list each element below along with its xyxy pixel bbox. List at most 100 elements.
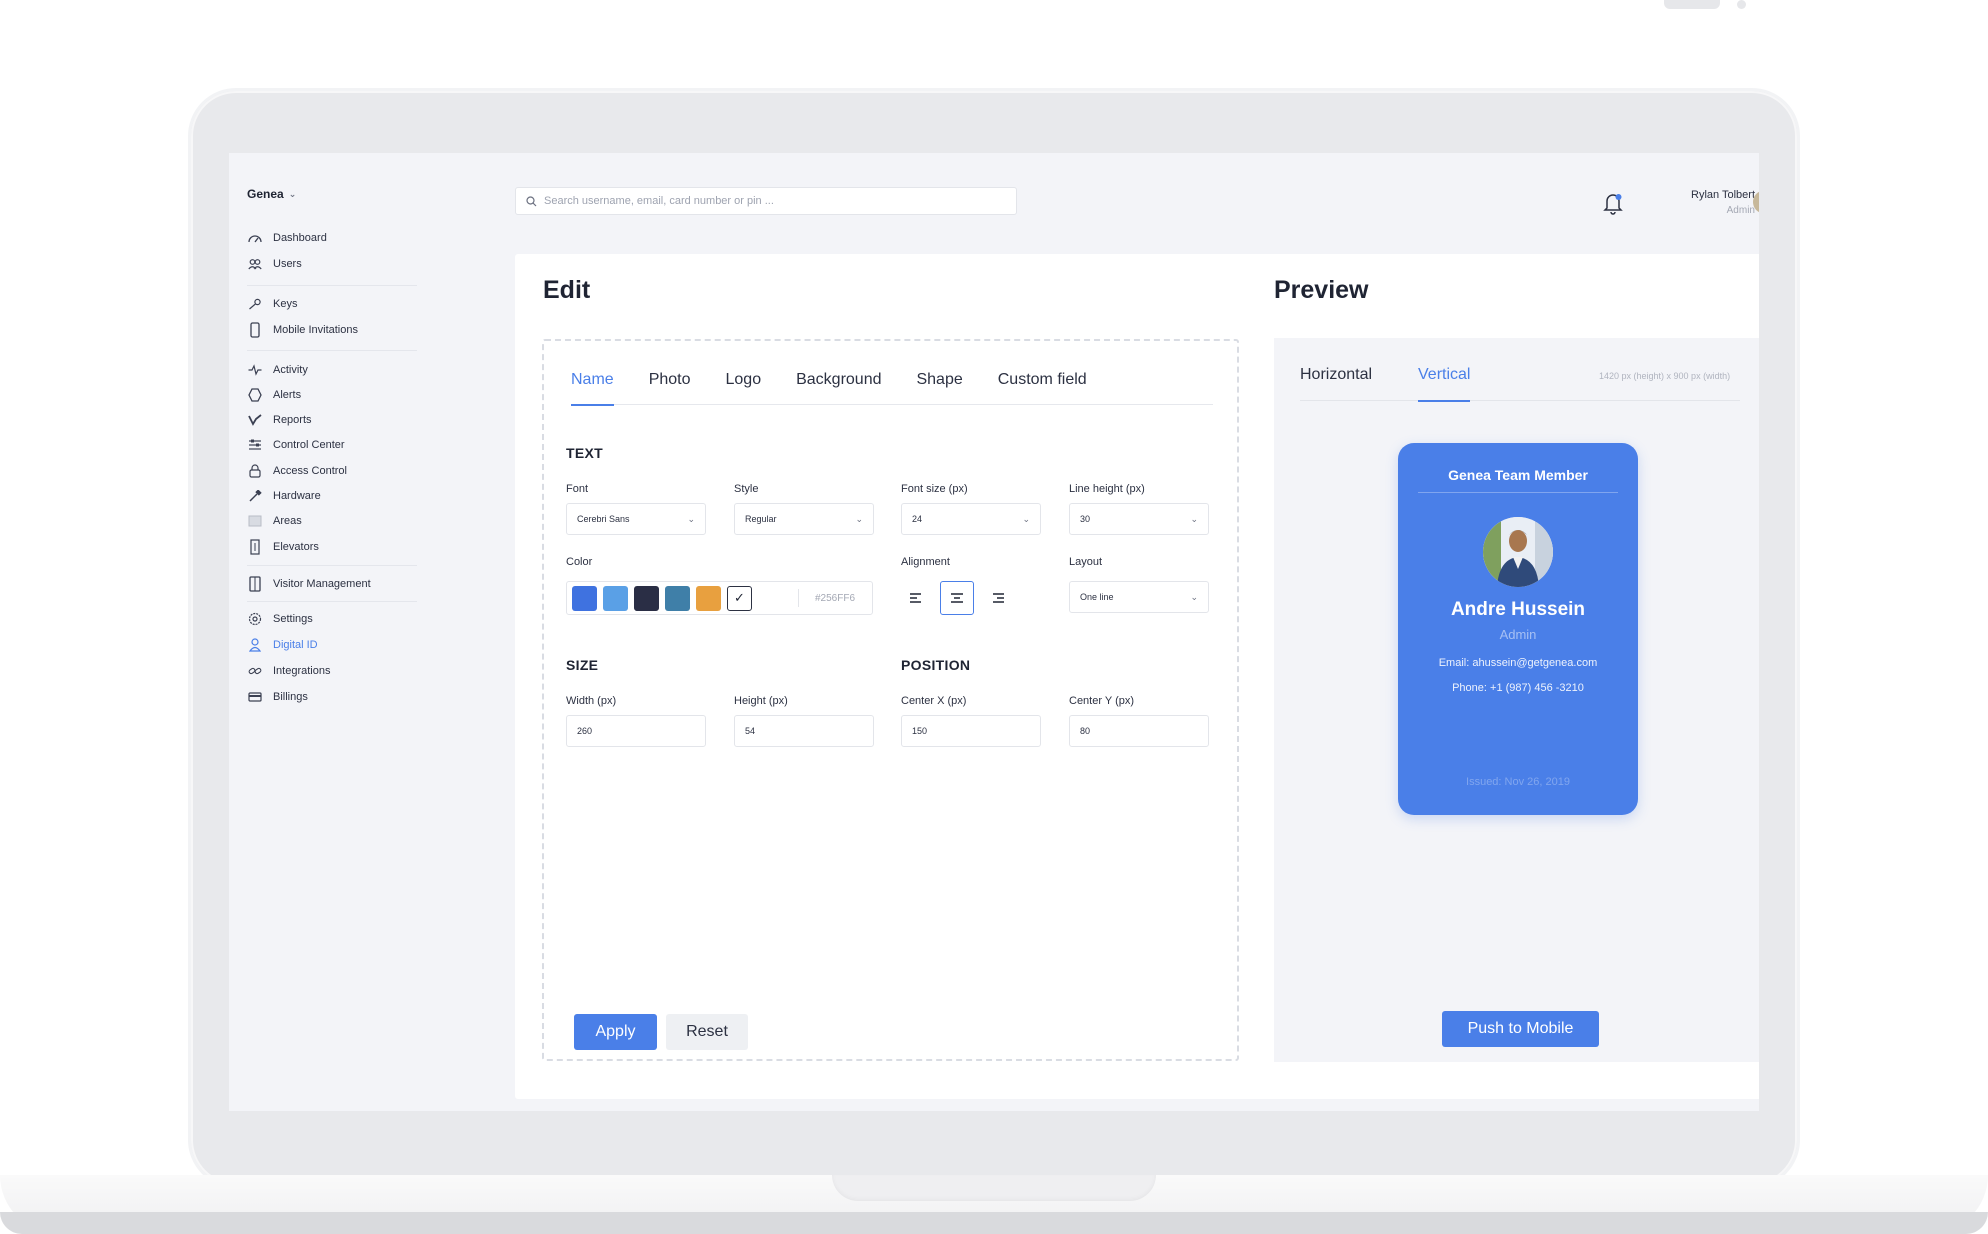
sidebar-item-label: Keys (273, 298, 297, 310)
center-y-input[interactable] (1069, 715, 1209, 747)
sidebar-item-integrations[interactable]: Integrations (247, 662, 330, 680)
chevron-down-icon: ⌄ (1190, 592, 1198, 603)
sidebar-item-elevators[interactable]: Elevators (247, 538, 319, 556)
bell-icon[interactable] (1602, 191, 1624, 215)
line-height-select[interactable]: 30⌄ (1069, 503, 1209, 535)
tab-photo[interactable]: Photo (649, 371, 691, 405)
laptop-base-shadow (0, 1212, 1988, 1234)
sidebar-item-settings[interactable]: Settings (247, 610, 313, 628)
color-hex-value[interactable]: #256FF6 (815, 593, 855, 604)
line-height-label: Line height (px) (1069, 483, 1145, 495)
sidebar-item-hardware[interactable]: Hardware (247, 487, 321, 505)
align-left-button[interactable] (900, 581, 934, 615)
width-input[interactable] (566, 715, 706, 747)
decorative-bar (1664, 0, 1720, 9)
line-height-value: 30 (1080, 514, 1090, 524)
tab-shape[interactable]: Shape (916, 371, 962, 405)
sidebar-item-reports[interactable]: Reports (247, 411, 312, 429)
chevron-down-icon: ⌄ (1022, 514, 1030, 525)
tab-horizontal[interactable]: Horizontal (1300, 366, 1372, 401)
sidebar-item-label: Digital ID (273, 639, 318, 651)
edit-panel: Name Photo Logo Background Shape Custom … (542, 339, 1239, 1061)
digital-id-card: Genea Team Member Andre Hu (1398, 443, 1638, 815)
sidebar-item-label: Billings (273, 691, 308, 703)
search-bar[interactable] (515, 187, 1017, 215)
visitor-icon (247, 576, 263, 592)
card-email: Email: ahussein@getgenea.com (1398, 657, 1638, 669)
height-input[interactable] (734, 715, 874, 747)
card-divider (1418, 492, 1618, 493)
tab-logo[interactable]: Logo (726, 371, 762, 405)
search-input[interactable] (544, 195, 984, 207)
sidebar-item-dashboard[interactable]: Dashboard (247, 229, 327, 247)
font-label: Font (566, 483, 588, 495)
sidebar-item-users[interactable]: Users (247, 255, 302, 273)
user-name[interactable]: Rylan Tolbert (1665, 189, 1755, 201)
sidebar-divider (247, 350, 417, 351)
tab-custom-field[interactable]: Custom field (998, 371, 1087, 405)
orientation-tabs: Horizontal Vertical 1420 px (height) x 9… (1300, 366, 1740, 401)
align-center-button[interactable] (940, 581, 974, 615)
color-swatch[interactable] (572, 586, 597, 611)
font-size-value: 24 (912, 514, 922, 524)
font-select[interactable]: Cerebri Sans⌄ (566, 503, 706, 535)
sidebar-item-label: Alerts (273, 389, 301, 401)
mobile-icon (247, 322, 263, 338)
color-swatch[interactable] (603, 586, 628, 611)
color-swatch[interactable] (634, 586, 659, 611)
center-x-input[interactable] (901, 715, 1041, 747)
push-to-mobile-button[interactable]: Push to Mobile (1442, 1011, 1599, 1047)
activity-icon (247, 362, 263, 378)
color-picker: ✓ #256FF6 (566, 581, 873, 615)
sidebar-item-label: Control Center (273, 439, 345, 451)
sidebar-item-visitor-management[interactable]: Visitor Management (247, 575, 371, 593)
person-icon (247, 637, 263, 653)
sidebar-item-label: Mobile Invitations (273, 324, 358, 336)
card-role: Admin (1398, 627, 1638, 642)
profile-photo (1483, 517, 1553, 587)
chevron-down-icon: ⌄ (855, 514, 863, 525)
check-icon: ✓ (734, 590, 745, 606)
control-center-icon (247, 437, 263, 453)
tab-vertical[interactable]: Vertical (1418, 366, 1470, 401)
decorative-dot (1737, 0, 1746, 9)
sidebar-item-keys[interactable]: Keys (247, 295, 297, 313)
key-icon (247, 296, 263, 312)
color-swatch[interactable] (665, 586, 690, 611)
brand-switcher[interactable]: Genea ⌄ (247, 187, 296, 201)
sidebar-item-areas[interactable]: Areas (247, 512, 302, 530)
sidebar-item-activity[interactable]: Activity (247, 361, 308, 379)
style-label: Style (734, 483, 758, 495)
preview-title: Preview (1274, 276, 1369, 305)
sidebar-item-mobile-invitations[interactable]: Mobile Invitations (247, 321, 358, 339)
align-center-icon (949, 592, 965, 604)
font-size-select[interactable]: 24 ⌄ (901, 503, 1041, 535)
sidebar-item-label: Settings (273, 613, 313, 625)
sidebar-item-control-center[interactable]: Control Center (247, 436, 345, 454)
style-select[interactable]: Regular ⌄ (734, 503, 874, 535)
apply-button[interactable]: Apply (574, 1014, 657, 1050)
align-right-button[interactable] (980, 581, 1014, 615)
tab-background[interactable]: Background (796, 371, 881, 405)
reset-button[interactable]: Reset (666, 1014, 748, 1050)
sidebar-item-alerts[interactable]: Alerts (247, 386, 301, 404)
custom-color-check[interactable]: ✓ (727, 586, 752, 611)
position-section-title: POSITION (901, 657, 970, 673)
tab-name[interactable]: Name (571, 371, 614, 405)
sidebar-item-access-control[interactable]: Access Control (247, 462, 347, 480)
sidebar-item-label: Integrations (273, 665, 330, 677)
layout-label: Layout (1069, 556, 1102, 568)
font-size-label: Font size (px) (901, 483, 968, 495)
chevron-down-icon: ⌄ (289, 189, 297, 200)
sidebar-item-billings[interactable]: Billings (247, 688, 308, 706)
sidebar-item-digital-id[interactable]: Digital ID (247, 636, 318, 654)
dashboard-icon (247, 230, 263, 246)
color-label: Color (566, 556, 592, 568)
layout-select[interactable]: One line⌄ (1069, 581, 1209, 613)
color-swatch[interactable] (696, 586, 721, 611)
align-left-icon (909, 592, 925, 604)
sidebar-divider (247, 565, 417, 566)
style-value: Regular (745, 514, 777, 524)
preview-panel: Horizontal Vertical 1420 px (height) x 9… (1274, 338, 1759, 1062)
brand-name: Genea (247, 187, 284, 201)
